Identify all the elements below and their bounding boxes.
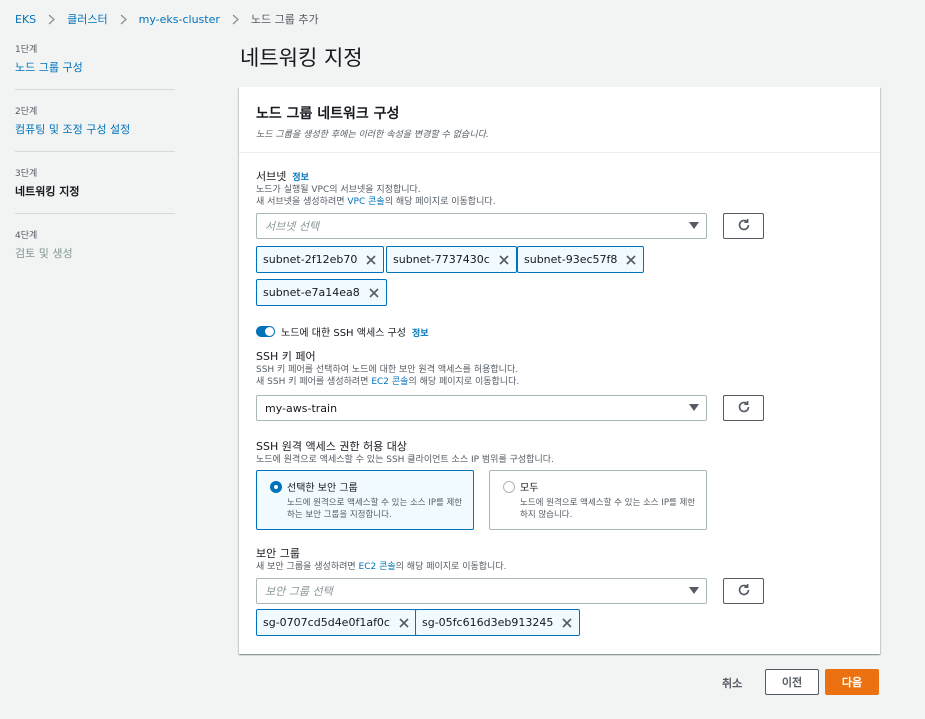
step-label-networking: 네트워킹 지정 bbox=[15, 185, 80, 198]
refresh-icon bbox=[737, 582, 751, 601]
panel-description: 노드 그룹을 생성한 후에는 이러한 속성을 변경할 수 없습니다. bbox=[256, 130, 489, 140]
security-group-label: 보안 그룹 bbox=[256, 547, 300, 560]
step-4: 4단계 검토 및 생성 bbox=[15, 228, 175, 275]
subnet-token: subnet-7737430c bbox=[386, 246, 517, 273]
ec2-console-link[interactable]: EC2 콘솔 bbox=[371, 377, 408, 387]
token-label: sg-0707cd5d4e0f1af0c bbox=[263, 616, 390, 629]
sg-desc-text: 의 해당 페이지로 이동합니다. bbox=[395, 562, 507, 572]
ssh-key-desc-text: 새 SSH 키 페어를 생성하려면 bbox=[256, 377, 372, 387]
token-label: subnet-e7a14ea8 bbox=[263, 286, 360, 299]
step-1: 1단계 노드 그룹 구성 bbox=[15, 42, 175, 90]
breadcrumb-current: 노드 그룹 추가 bbox=[250, 13, 319, 26]
step-link-configure-node-group[interactable]: 노드 그룹 구성 bbox=[15, 59, 175, 75]
access-option-selected-security-groups[interactable]: 선택한 보안 그룹 노드에 원격으로 액세스할 수 있는 소스 IP를 제한하는… bbox=[256, 470, 474, 530]
security-group-token: sg-0707cd5d4e0f1af0c bbox=[256, 609, 417, 636]
subnet-token: subnet-2f12eb70 bbox=[256, 246, 385, 273]
step-2: 2단계 컴퓨팅 및 조정 구성 설정 bbox=[15, 104, 175, 152]
cancel-button[interactable]: 취소 bbox=[722, 675, 742, 691]
remove-token-icon[interactable] bbox=[398, 617, 410, 629]
chevron-right-icon bbox=[48, 14, 56, 25]
security-group-select[interactable]: 보안 그룹 선택 bbox=[256, 578, 707, 604]
ssh-key-desc-line1: SSH 키 페어를 선택하여 노드에 대한 보안 원격 액세스를 허용합니다. bbox=[256, 365, 519, 375]
token-label: subnet-93ec57f8 bbox=[524, 253, 618, 266]
option-title: 선택한 보안 그룹 bbox=[287, 483, 358, 494]
vpc-console-link[interactable]: VPC 콘솔 bbox=[347, 197, 384, 207]
ssh-info-link[interactable]: 정보 bbox=[412, 329, 429, 339]
option-title: 모두 bbox=[520, 483, 539, 494]
option-description: 노드에 원격으로 액세스할 수 있는 소스 IP를 제한하는 보안 그룹을 지정… bbox=[287, 498, 463, 520]
ssh-toggle-label-row: 노드에 대한 SSH 액세스 구성 정보 bbox=[281, 324, 429, 339]
panel-title: 노드 그룹 네트워크 구성 bbox=[256, 106, 400, 122]
subnet-select-placeholder: 서브넷 선택 bbox=[265, 220, 320, 233]
subnet-token: subnet-93ec57f8 bbox=[517, 246, 645, 273]
subnet-desc-text: 의 해당 페이지로 이동합니다. bbox=[384, 197, 496, 207]
breadcrumb-cluster-name[interactable]: my-eks-cluster bbox=[139, 13, 220, 26]
refresh-icon bbox=[737, 217, 751, 236]
ssh-key-label: SSH 키 페어 bbox=[256, 350, 316, 363]
ssh-key-select-value: my-aws-train bbox=[265, 401, 338, 415]
ssh-key-desc-text: 의 해당 페이지로 이동합니다. bbox=[408, 377, 520, 387]
security-group-select-placeholder: 보안 그룹 선택 bbox=[265, 585, 333, 598]
subnet-label-row: 서브넷 정보 bbox=[256, 168, 309, 184]
subnet-token: subnet-e7a14ea8 bbox=[256, 279, 387, 306]
token-label: subnet-7737430c bbox=[393, 253, 490, 266]
caret-down-icon bbox=[689, 587, 699, 594]
breadcrumb-clusters[interactable]: 클러스터 bbox=[67, 11, 107, 27]
access-option-all[interactable]: 모두 노드에 원격으로 액세스할 수 있는 소스 IP를 제한하지 않습니다. bbox=[489, 470, 707, 530]
ssh-key-select[interactable]: my-aws-train bbox=[256, 395, 707, 421]
breadcrumb-eks[interactable]: EKS bbox=[15, 13, 36, 26]
security-group-token: sg-05fc616d3eb913245 bbox=[415, 609, 581, 636]
subnet-desc-line2: 새 서브넷을 생성하려면 VPC 콘솔의 해당 페이지로 이동합니다. bbox=[256, 196, 496, 208]
step-number: 1단계 bbox=[15, 45, 38, 55]
step-link-compute-scaling[interactable]: 컴퓨팅 및 조정 구성 설정 bbox=[15, 121, 175, 137]
step-label-review: 검토 및 생성 bbox=[15, 247, 73, 260]
ssh-access-toggle[interactable] bbox=[256, 326, 275, 337]
option-description: 노드에 원격으로 액세스할 수 있는 소스 IP를 제한하지 않습니다. bbox=[520, 498, 696, 520]
subnet-description: 노드가 실행될 VPC의 서브넷을 지정합니다. 새 서브넷을 생성하려면 VP… bbox=[256, 184, 496, 208]
ssh-key-desc-line2: 새 SSH 키 페어를 생성하려면 EC2 콘솔의 해당 페이지로 이동합니다. bbox=[256, 376, 519, 388]
chevron-right-icon bbox=[232, 14, 239, 25]
radio-selected-icon[interactable] bbox=[270, 481, 282, 493]
chevron-right-icon bbox=[120, 14, 127, 25]
refresh-icon bbox=[737, 399, 751, 418]
step-number: 4단계 bbox=[15, 231, 38, 241]
ssh-access-description: 노드에 원격으로 액세스할 수 있는 SSH 클라이언트 소스 IP 범위를 구… bbox=[256, 455, 554, 465]
ssh-key-refresh-button[interactable] bbox=[723, 395, 764, 421]
sg-desc-text: 새 보안 그룹을 생성하려면 bbox=[256, 562, 359, 572]
remove-token-icon[interactable] bbox=[625, 254, 637, 266]
network-config-panel: 노드 그룹 네트워크 구성 노드 그룹을 생성한 후에는 이러한 속성을 변경할… bbox=[239, 87, 880, 654]
ssh-toggle-label: 노드에 대한 SSH 액세스 구성 bbox=[281, 328, 406, 339]
previous-button[interactable]: 이전 bbox=[765, 669, 819, 695]
step-number: 2단계 bbox=[15, 107, 38, 117]
radio-unselected-icon[interactable] bbox=[503, 481, 515, 493]
subnet-info-link[interactable]: 정보 bbox=[292, 173, 309, 183]
caret-down-icon bbox=[689, 404, 699, 411]
remove-token-icon[interactable] bbox=[561, 617, 573, 629]
page-title: 네트워킹 지정 bbox=[240, 46, 363, 70]
remove-token-icon[interactable] bbox=[365, 254, 377, 266]
ssh-key-description: SSH 키 페어를 선택하여 노드에 대한 보안 원격 액세스를 허용합니다. … bbox=[256, 364, 519, 388]
subnet-desc-text: 새 서브넷을 생성하려면 bbox=[256, 197, 348, 207]
token-label: subnet-2f12eb70 bbox=[263, 253, 358, 266]
subnet-select[interactable]: 서브넷 선택 bbox=[256, 213, 707, 239]
security-group-description: 새 보안 그룹을 생성하려면 EC2 콘솔의 해당 페이지로 이동합니다. bbox=[256, 561, 506, 573]
remove-token-icon[interactable] bbox=[368, 287, 380, 299]
ssh-access-label: SSH 원격 액세스 권한 허용 대상 bbox=[256, 440, 408, 453]
ec2-console-link[interactable]: EC2 콘솔 bbox=[359, 562, 396, 572]
subnet-label: 서브넷 bbox=[256, 170, 287, 183]
step-3: 3단계 네트워킹 지정 bbox=[15, 166, 175, 214]
subnet-desc-line1: 노드가 실행될 VPC의 서브넷을 지정합니다. bbox=[256, 185, 421, 195]
next-button[interactable]: 다음 bbox=[825, 669, 879, 695]
step-number: 3단계 bbox=[15, 169, 38, 179]
caret-down-icon bbox=[689, 222, 699, 229]
breadcrumb: EKS 클러스터 my-eks-cluster 노드 그룹 추가 bbox=[15, 11, 319, 27]
remove-token-icon[interactable] bbox=[498, 254, 510, 266]
wizard-steps: 1단계 노드 그룹 구성 2단계 컴퓨팅 및 조정 구성 설정 3단계 네트워킹… bbox=[15, 42, 175, 289]
token-label: sg-05fc616d3eb913245 bbox=[422, 616, 554, 629]
panel-header: 노드 그룹 네트워크 구성 노드 그룹을 생성한 후에는 이러한 속성을 변경할… bbox=[239, 87, 880, 153]
subnet-refresh-button[interactable] bbox=[723, 213, 764, 239]
security-group-refresh-button[interactable] bbox=[723, 578, 764, 604]
